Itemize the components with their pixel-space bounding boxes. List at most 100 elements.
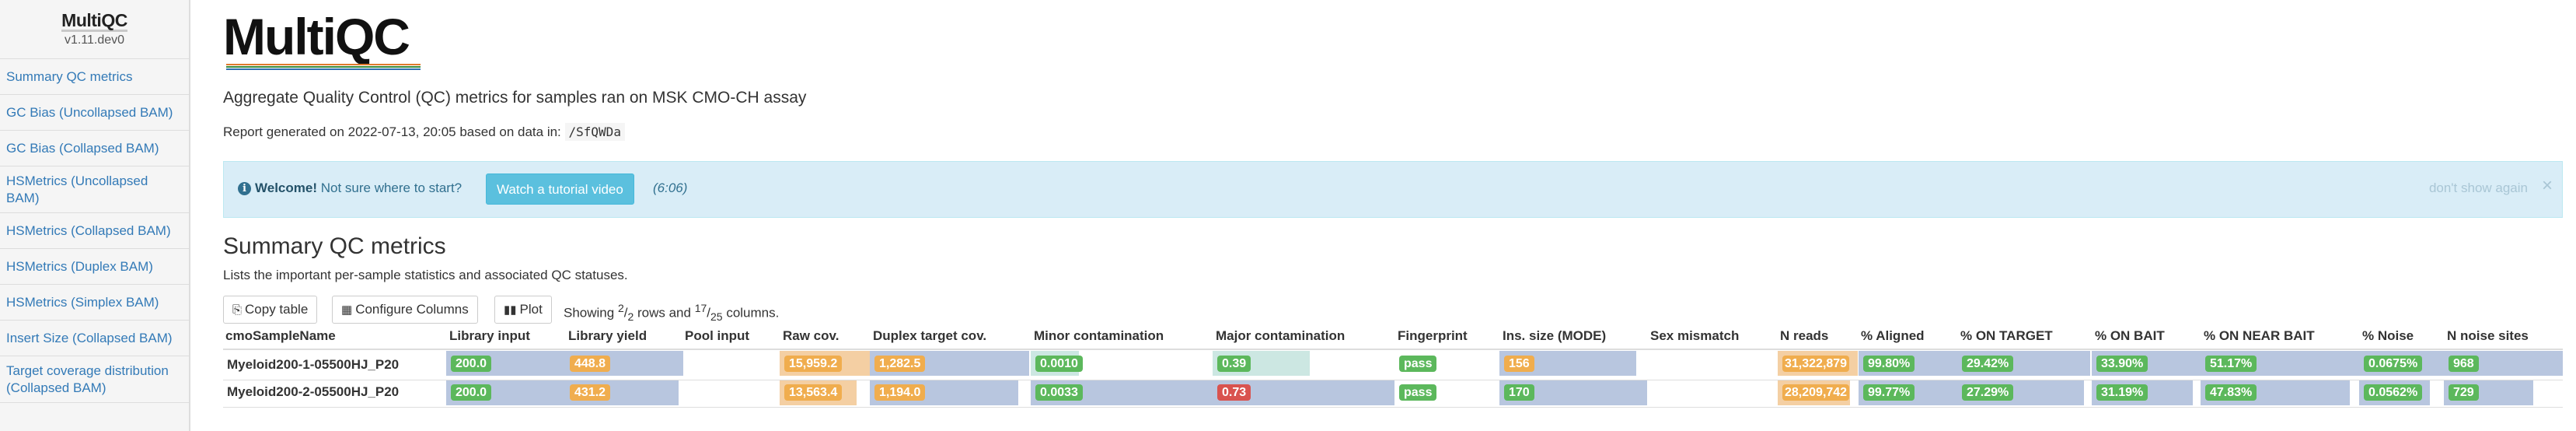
copy-icon: ⎘ [232,303,243,317]
row-2-sample-name: Myeloid200-2-05500HJ_P20 [227,384,400,399]
row-1-n-noise-sites: 968 [2449,356,2479,372]
col-header-library-input[interactable]: Library input [449,328,530,344]
generated-text: Report generated on 2022-07-13, 20:05 ba… [223,124,565,139]
table-showing-info: Showing 2/2 rows and 17/25 columns. [564,302,780,324]
sidebar: MultiQC v1.11.dev0 Summary QC metrics GC… [0,0,190,431]
row-2-pct-aligned: 99.77% [1863,384,1915,401]
data-path: /SfQWDa [564,123,625,141]
row-1-pct-on-target: 29.42% [1962,356,2014,372]
row-1-raw-cov: 15,959.2 [784,356,843,372]
row-1-minor-contamination: 0.0010 [1035,356,1083,372]
sidebar-item-label: Insert Size (Collapsed BAM) [6,330,173,345]
sidebar-item-hsmetrics-simplex[interactable]: HSMetrics (Simplex BAM) [0,285,189,321]
sidebar-item-label: HSMetrics (Duplex BAM) [6,258,153,274]
row-1-duplex-cov: 1,282.5 [874,356,926,372]
sidebar-item-label: Target coverage distribution (Collapsed … [6,363,169,395]
col-header-library-yield[interactable]: Library yield [568,328,647,344]
row-1-ins-size: 156 [1504,356,1534,372]
row-1-library-yield: 448.8 [570,356,611,372]
row-1-pct-noise: 0.0675% [2364,356,2423,372]
col-header-fingerprint[interactable]: Fingerprint [1398,328,1468,344]
row-divider [223,407,2563,408]
col-header-duplex-cov[interactable]: Duplex target cov. [873,328,986,344]
copy-table-button[interactable]: ⎘ Copy table [223,296,318,324]
plot-label: Plot [519,302,543,317]
cols-shown: 17 [694,302,707,314]
col-header-pct-aligned[interactable]: % Aligned [1861,328,1925,344]
logo-text: MultiQC [223,8,410,65]
dont-show-again-link[interactable]: don't show again [2429,180,2528,196]
rows-shown: 2 [617,302,624,314]
sidebar-item-label: Summary QC metrics [6,68,133,84]
col-header-pct-on-near-bait[interactable]: % ON NEAR BAIT [2204,328,2315,344]
row-2-minor-contamination: 0.0033 [1035,384,1083,401]
welcome-alert: i Welcome! Not sure where to start? Watc… [223,161,2563,218]
row-2-major-contamination: 0.73 [1217,384,1251,401]
plot-button[interactable]: ▮▮ Plot [494,296,552,324]
report-subtitle: Aggregate Quality Control (QC) metrics f… [223,89,807,107]
row-2-library-input: 200.0 [451,384,492,401]
sidebar-item-target-coverage[interactable]: Target coverage distribution (Collapsed … [0,356,189,403]
row-2-duplex-cov: 1,194.0 [874,384,926,401]
rows-mid: rows and [634,305,695,321]
col-header-pool-input[interactable]: Pool input [685,328,749,344]
multiqc-logo: MultiQC [223,11,425,73]
welcome-message: Not sure where to start? [317,180,462,195]
sidebar-item-hsmetrics-duplex[interactable]: HSMetrics (Duplex BAM) [0,249,189,285]
sidebar-item-summary-qc[interactable]: Summary QC metrics [0,59,189,95]
col-header-pct-noise[interactable]: % Noise [2362,328,2414,344]
sidebar-item-insert-size[interactable]: Insert Size (Collapsed BAM) [0,321,189,356]
sidebar-item-hsmetrics-collapsed[interactable]: HSMetrics (Collapsed BAM) [0,213,189,249]
sidebar-item-gc-bias-collapsed[interactable]: GC Bias (Collapsed BAM) [0,131,189,166]
bar-chart-icon: ▮▮ [504,303,517,317]
welcome-bold: Welcome! [255,180,317,195]
col-header-sample[interactable]: cmoSampleName [225,328,336,344]
sidebar-nav: Summary QC metrics GC Bias (Uncollapsed … [0,59,189,403]
col-header-minor-contamination[interactable]: Minor contamination [1034,328,1164,344]
sidebar-item-label: HSMetrics (Collapsed BAM) [6,223,171,238]
col-header-ins-size[interactable]: Ins. size (MODE) [1503,328,1606,344]
showing-prefix: Showing [564,305,618,321]
sidebar-item-label: GC Bias (Uncollapsed BAM) [6,104,173,120]
sidebar-item-gc-bias-uncollapsed[interactable]: GC Bias (Uncollapsed BAM) [0,95,189,131]
row-2-pct-noise: 0.0562% [2364,384,2423,401]
logo-underline [226,64,421,72]
col-header-n-reads[interactable]: N reads [1780,328,1828,344]
row-2-pct-on-bait: 31.19% [2096,384,2148,401]
row-2-raw-cov: 13,563.4 [784,384,843,401]
row-2-n-noise-sites: 729 [2449,384,2479,401]
sidebar-version: v1.11.dev0 [64,33,125,47]
col-header-n-noise-sites[interactable]: N noise sites [2447,328,2529,344]
sidebar-item-hsmetrics-uncollapsed[interactable]: HSMetrics (Uncollapsed BAM) [0,166,189,213]
cols-total: 25 [710,310,723,324]
sidebar-logo[interactable]: MultiQC [61,11,127,32]
tutorial-duration: (6:06) [653,180,688,195]
copy-table-label: Copy table [245,302,309,317]
row-1-pct-on-bait: 33.90% [2096,356,2148,372]
configure-columns-label: Configure Columns [355,302,469,317]
sidebar-header: MultiQC v1.11.dev0 [0,0,189,59]
row-1-pct-aligned: 99.80% [1863,356,1915,372]
row-1-pct-on-near-bait: 51.17% [2205,356,2257,372]
row-2-library-yield: 431.2 [570,384,611,401]
sidebar-item-label: HSMetrics (Simplex BAM) [6,294,159,310]
row-2-pct-on-target: 27.29% [1962,384,2014,401]
sidebar-item-label: HSMetrics (Uncollapsed BAM) [6,173,148,205]
col-header-pct-on-bait[interactable]: % ON BAIT [2095,328,2165,344]
close-icon[interactable]: × [2542,175,2553,197]
row-2-ins-size: 170 [1504,384,1534,401]
tutorial-video-button[interactable]: Watch a tutorial video [486,173,634,205]
row-2-pct-on-near-bait: 47.83% [2205,384,2257,401]
configure-columns-button[interactable]: ▦ Configure Columns [332,296,478,324]
columns-icon: ▦ [341,303,353,317]
col-header-pct-on-target[interactable]: % ON TARGET [1960,328,2053,344]
row-1-sample-name: Myeloid200-1-05500HJ_P20 [227,357,400,372]
row-1-fingerprint: pass [1399,356,1437,372]
row-2-fingerprint: pass [1399,384,1437,401]
section-title: Summary QC metrics [223,233,446,259]
col-header-raw-cov[interactable]: Raw cov. [783,328,839,344]
table-header-divider [223,349,2563,350]
col-header-major-contamination[interactable]: Major contamination [1216,328,1345,344]
col-header-sex-mismatch[interactable]: Sex mismatch [1650,328,1739,344]
row-1-n-reads: 31,322,879 [1782,356,1850,372]
